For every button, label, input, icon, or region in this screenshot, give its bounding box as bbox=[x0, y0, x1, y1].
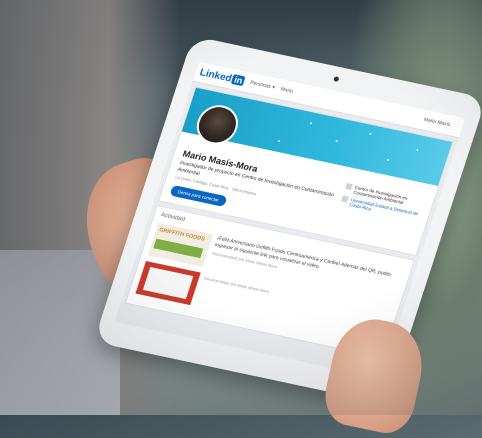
university-icon bbox=[341, 195, 349, 203]
nav-personas[interactable]: Personas ▾ bbox=[249, 80, 275, 91]
logo-text: Linked bbox=[198, 66, 234, 85]
connect-button[interactable]: Dense para conectar bbox=[169, 184, 228, 207]
post-thumbnail: GRIFFITH FOODS bbox=[147, 222, 214, 267]
nav-mario[interactable]: Mario bbox=[280, 86, 294, 94]
nav-profile-name[interactable]: Mario Masís bbox=[423, 117, 459, 130]
logo-badge: in bbox=[230, 74, 246, 87]
post-thumbnail bbox=[135, 260, 201, 306]
profile-orgs: Centro de Investigación en Contaminación… bbox=[331, 183, 425, 247]
linkedin-logo[interactable]: Linked in bbox=[198, 67, 246, 87]
org-icon bbox=[345, 183, 353, 191]
